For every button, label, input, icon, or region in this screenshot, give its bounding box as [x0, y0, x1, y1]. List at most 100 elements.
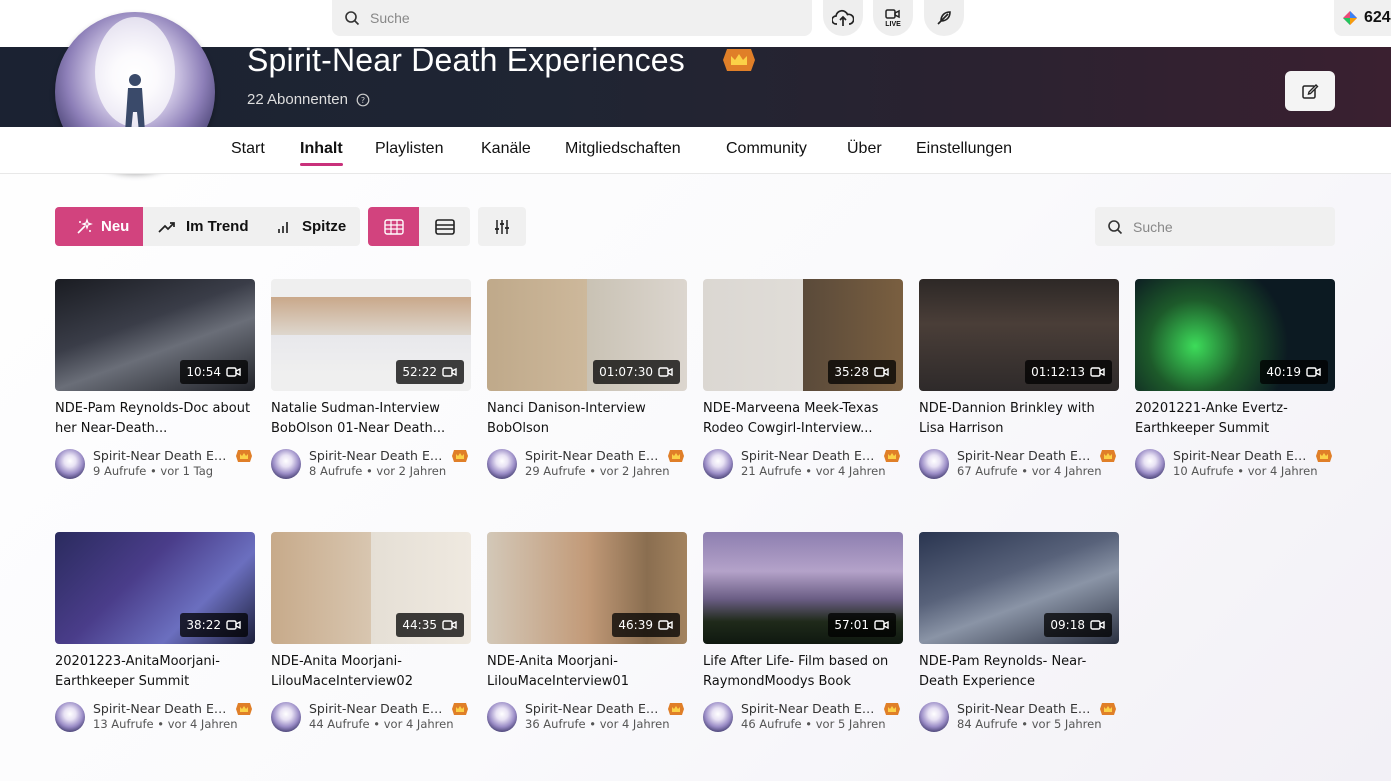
top-search-input[interactable]: Suche — [332, 0, 812, 36]
sort-new-button[interactable]: Neu — [55, 207, 143, 246]
tab-start[interactable]: Start — [231, 140, 265, 158]
video-thumbnail[interactable]: 40:19 — [1135, 279, 1335, 391]
trending-up-icon — [158, 221, 175, 233]
video-duration-text: 46:39 — [618, 618, 653, 632]
video-card[interactable]: 52:22 Natalie Sudman-Interview BobOlson 0… — [271, 279, 471, 489]
content-search-input[interactable]: Suche — [1095, 207, 1335, 246]
help-icon[interactable]: ? — [356, 93, 370, 107]
avatar[interactable] — [703, 702, 733, 732]
tab-einstellungen[interactable]: Einstellungen — [916, 140, 1012, 158]
video-title[interactable]: NDE-Marveena Meek-Texas Rodeo Cowgirl-In… — [703, 399, 903, 439]
video-card[interactable]: 40:19 20201221-Anke Evertz-Earthkeeper Su… — [1135, 279, 1335, 489]
avatar[interactable] — [919, 702, 949, 732]
video-channel-row: Spirit-Near Death Ex... 36 Aufrufe • vor … — [487, 701, 687, 734]
avatar[interactable] — [271, 449, 301, 479]
avatar[interactable] — [271, 702, 301, 732]
edit-channel-button[interactable] — [1285, 71, 1335, 111]
points-display[interactable]: 624 — [1334, 0, 1391, 36]
video-thumbnail[interactable]: 10:54 — [55, 279, 255, 391]
video-title[interactable]: Life After Life- Film based on RaymondMo… — [703, 652, 903, 692]
video-channel-name[interactable]: Spirit-Near Death Ex... — [1173, 448, 1311, 463]
video-channel-name[interactable]: Spirit-Near Death Ex... — [741, 701, 879, 716]
list-view-button[interactable] — [419, 207, 470, 246]
video-card[interactable]: 57:01 Life After Life- Film based on Raym… — [703, 532, 903, 742]
video-meta: 46 Aufrufe • vor 5 Jahren — [741, 717, 886, 731]
video-duration-text: 38:22 — [186, 618, 221, 632]
video-camera-icon — [885, 9, 900, 19]
tab-inhalt[interactable]: Inhalt — [300, 140, 343, 158]
video-thumbnail[interactable]: 09:18 — [919, 532, 1119, 644]
video-thumbnail[interactable]: 35:28 — [703, 279, 903, 391]
tab-playlisten[interactable]: Playlisten — [375, 140, 443, 158]
video-camera-icon — [1306, 367, 1321, 377]
video-title[interactable]: Nanci Danison-Interview BobOlson — [487, 399, 687, 439]
create-post-button[interactable] — [924, 0, 964, 36]
video-thumbnail[interactable]: 44:35 — [271, 532, 471, 644]
video-thumbnail[interactable]: 46:39 — [487, 532, 687, 644]
video-duration: 52:22 — [396, 360, 464, 384]
avatar[interactable] — [1135, 449, 1165, 479]
list-icon — [434, 218, 455, 235]
video-channel-name[interactable]: Spirit-Near Death Ex... — [741, 448, 879, 463]
video-card[interactable]: 35:28 NDE-Marveena Meek-Texas Rodeo Cowgi… — [703, 279, 903, 489]
video-title[interactable]: NDE-Pam Reynolds- Near-Death Experience — [919, 652, 1119, 692]
video-title[interactable]: 20201223-AnitaMoorjani-Earthkeeper Summi… — [55, 652, 255, 692]
sort-top-button[interactable]: Spitze — [276, 207, 346, 246]
video-camera-icon — [226, 367, 241, 377]
video-meta: 67 Aufrufe • vor 4 Jahren — [957, 464, 1102, 478]
video-channel-name[interactable]: Spirit-Near Death Ex... — [93, 448, 231, 463]
avatar[interactable] — [919, 449, 949, 479]
avatar[interactable] — [55, 702, 85, 732]
video-card[interactable]: 38:22 20201223-AnitaMoorjani-Earthkeeper … — [55, 532, 255, 742]
video-title[interactable]: Natalie Sudman-Interview BobOlson 01-Nea… — [271, 399, 471, 439]
video-thumbnail[interactable]: 57:01 — [703, 532, 903, 644]
avatar[interactable] — [487, 702, 517, 732]
avatar[interactable] — [55, 449, 85, 479]
upload-cloud-icon — [832, 9, 854, 26]
video-title[interactable]: NDE-Dannion Brinkley with Lisa Harrison — [919, 399, 1119, 439]
video-duration: 35:28 — [828, 360, 896, 384]
video-card[interactable]: 01:12:13 NDE-Dannion Brinkley with Lisa H… — [919, 279, 1119, 489]
video-channel-name[interactable]: Spirit-Near Death Ex... — [957, 448, 1095, 463]
avatar[interactable] — [703, 449, 733, 479]
video-title[interactable]: NDE-Anita Moorjani-LilouMaceInterview01 — [487, 652, 687, 692]
video-thumbnail[interactable]: 52:22 — [271, 279, 471, 391]
video-channel-name[interactable]: Spirit-Near Death Ex... — [525, 448, 663, 463]
video-duration: 10:54 — [180, 360, 248, 384]
video-channel-name[interactable]: Spirit-Near Death Ex... — [309, 701, 447, 716]
video-thumbnail[interactable]: 01:07:30 — [487, 279, 687, 391]
video-channel-row: Spirit-Near Death Ex... 46 Aufrufe • vor … — [703, 701, 903, 734]
tab-kanaele[interactable]: Kanäle — [481, 140, 531, 158]
live-button[interactable]: LIVE — [873, 0, 913, 36]
sparkle-icon — [77, 217, 93, 234]
video-title[interactable]: NDE-Anita Moorjani-LilouMaceInterview02 — [271, 652, 471, 692]
live-label: LIVE — [885, 21, 901, 28]
video-thumbnail[interactable]: 38:22 — [55, 532, 255, 644]
video-title[interactable]: 20201221-Anke Evertz-Earthkeeper Summit — [1135, 399, 1335, 439]
video-thumbnail[interactable]: 01:12:13 — [919, 279, 1119, 391]
video-card[interactable]: 46:39 NDE-Anita Moorjani-LilouMaceIntervi… — [487, 532, 687, 742]
video-title[interactable]: NDE-Pam Reynolds-Doc about her Near-Deat… — [55, 399, 255, 439]
video-duration-text: 09:18 — [1050, 618, 1085, 632]
video-channel-name[interactable]: Spirit-Near Death Ex... — [957, 701, 1095, 716]
upload-button[interactable] — [823, 0, 863, 36]
tab-community[interactable]: Community — [726, 140, 807, 158]
grid-view-button[interactable] — [368, 207, 419, 246]
video-card[interactable]: 09:18 NDE-Pam Reynolds- Near-Death Experi… — [919, 532, 1119, 742]
video-card[interactable]: 01:07:30 Nanci Danison-Interview BobOlson… — [487, 279, 687, 489]
video-channel-row: Spirit-Near Death Ex... 67 Aufrufe • vor … — [919, 448, 1119, 481]
tab-ueber[interactable]: Über — [847, 140, 882, 158]
filter-settings-button[interactable] — [478, 207, 526, 246]
video-duration-text: 10:54 — [186, 365, 221, 379]
top-bar: Suche LIVE 624 — [0, 0, 1391, 47]
video-channel-name[interactable]: Spirit-Near Death Ex... — [525, 701, 663, 716]
tab-mitgliedschaften[interactable]: Mitgliedschaften — [565, 140, 681, 158]
video-channel-name[interactable]: Spirit-Near Death Ex... — [309, 448, 447, 463]
avatar[interactable] — [487, 449, 517, 479]
sort-trend-button[interactable]: Im Trend — [158, 207, 249, 246]
video-duration-text: 01:12:13 — [1031, 365, 1085, 379]
video-card[interactable]: 10:54 NDE-Pam Reynolds-Doc about her Near… — [55, 279, 255, 489]
video-card[interactable]: 44:35 NDE-Anita Moorjani-LilouMaceIntervi… — [271, 532, 471, 742]
subscriber-count: 22 Abonnenten ? — [247, 91, 370, 108]
video-channel-name[interactable]: Spirit-Near Death Ex... — [93, 701, 231, 716]
